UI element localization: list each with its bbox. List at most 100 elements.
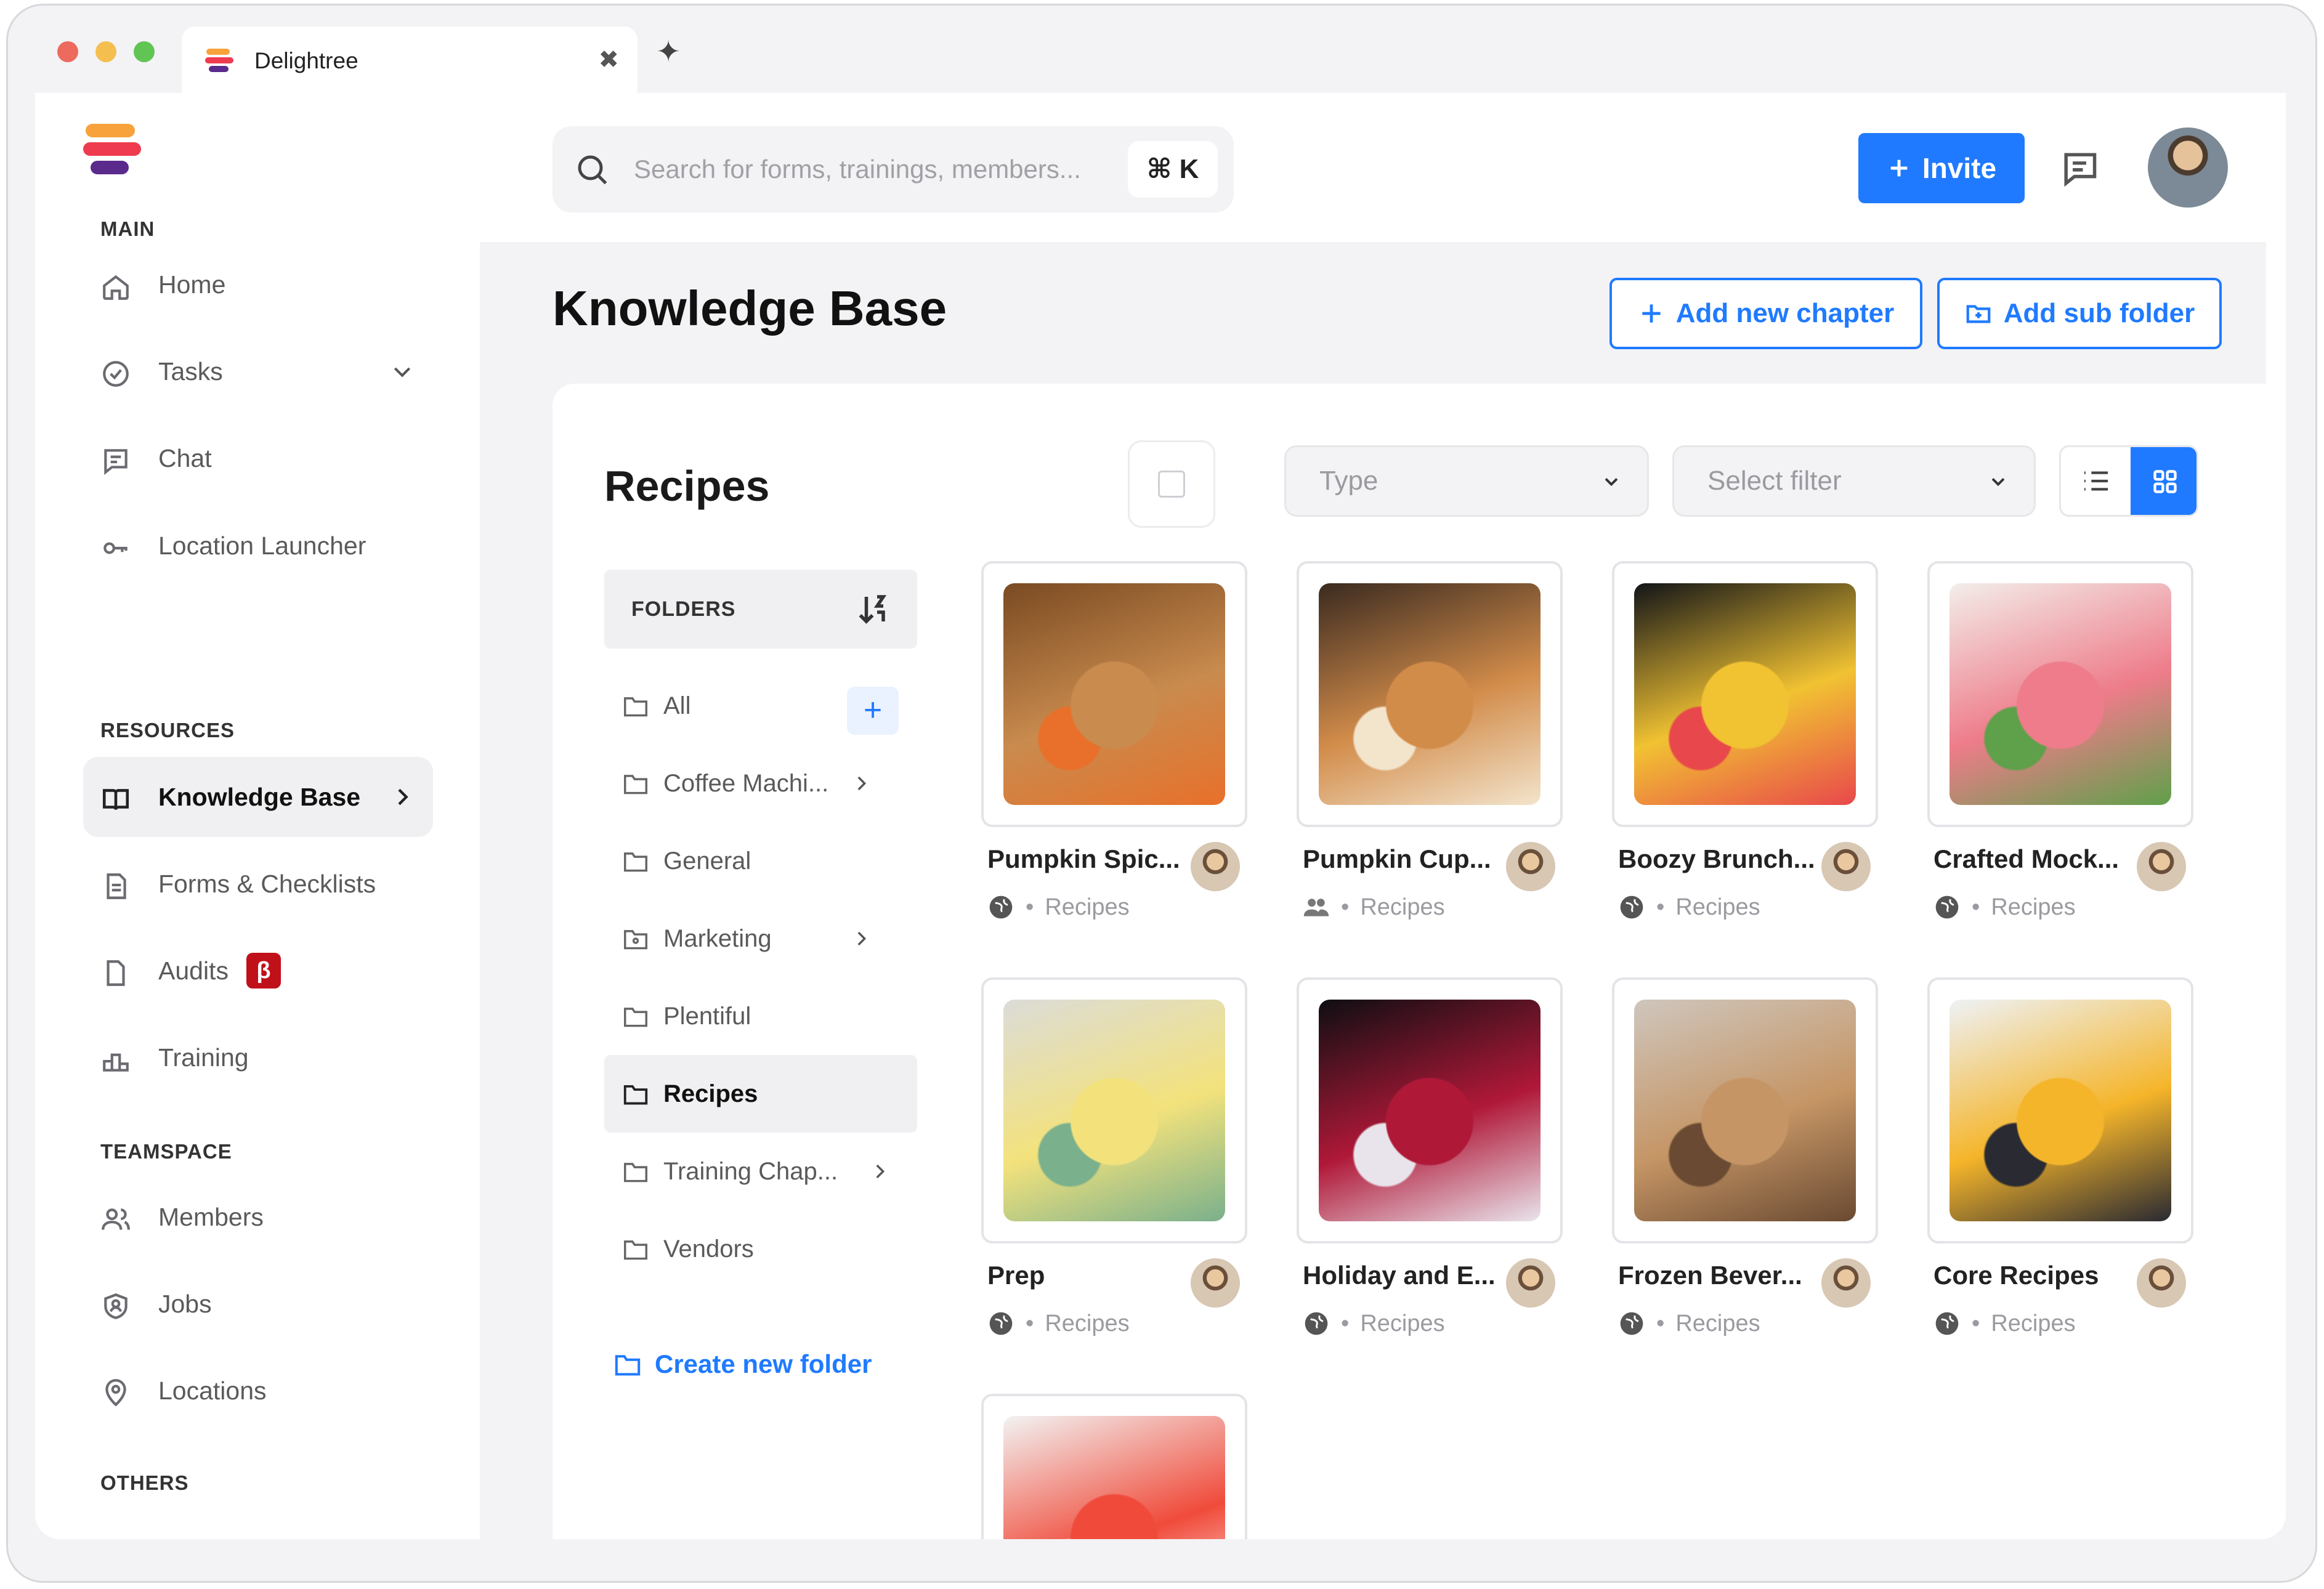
users-icon xyxy=(102,1208,130,1230)
card-thumbnail-frame xyxy=(981,1394,1247,1539)
search-icon xyxy=(578,155,607,185)
sidebar-item-audits[interactable]: Audits β xyxy=(83,931,433,1011)
globe-icon xyxy=(989,1312,1013,1335)
sidebar-item-tasks[interactable]: Tasks xyxy=(83,331,433,411)
sidebar-item-chat[interactable]: Chat xyxy=(83,418,433,498)
card-author-avatar xyxy=(1506,842,1555,891)
meta-separator: • xyxy=(1656,1310,1665,1336)
sidebar-item-label: Chat xyxy=(158,444,212,472)
card-author-avatar xyxy=(1821,1258,1871,1308)
meta-separator: • xyxy=(1341,894,1350,920)
meta-separator: • xyxy=(1026,1310,1034,1336)
chevron-down-icon xyxy=(1605,478,1618,487)
folder-item-coffee-machine[interactable]: Coffee Machi... xyxy=(604,745,917,822)
type-select[interactable]: Type xyxy=(1284,445,1649,517)
sidebar-item-members[interactable]: Members xyxy=(83,1177,433,1257)
section-others-label: OTHERS xyxy=(100,1471,189,1494)
card-category: Recipes xyxy=(1045,1310,1130,1336)
card-thumbnail-frame xyxy=(1612,977,1878,1243)
recipes-panel: Recipes Type Select filter FOLDERS All +… xyxy=(553,384,2277,1539)
brand-logo-icon[interactable] xyxy=(79,120,147,182)
folder-icon xyxy=(624,697,647,717)
meta-separator: • xyxy=(1656,894,1665,920)
card-title: Pumpkin Cup... xyxy=(1303,844,1491,873)
tab-close-icon[interactable]: ✖ xyxy=(598,45,619,75)
invite-button[interactable]: Invite xyxy=(1858,133,2025,203)
sidebar-item-locations[interactable]: Locations xyxy=(83,1351,433,1431)
chevron-right-icon[interactable] xyxy=(869,1161,890,1182)
folder-icon xyxy=(624,1240,647,1260)
folder-item-marketing[interactable]: Marketing xyxy=(604,900,917,977)
folder-item-all[interactable]: All + xyxy=(604,667,917,745)
folder-item-general[interactable]: General xyxy=(604,822,917,900)
sidebar-item-home[interactable]: Home xyxy=(83,245,433,325)
add-sub-folder-button[interactable]: Add sub folder xyxy=(1937,278,2222,349)
sidebar-item-knowledge-base[interactable]: Knowledge Base xyxy=(83,757,433,837)
map-pin-icon xyxy=(105,1379,126,1407)
card-meta: • Recipes xyxy=(987,1310,1130,1337)
list-view-button[interactable] xyxy=(2061,447,2131,515)
create-new-folder-label: Create new folder xyxy=(655,1349,872,1378)
chevron-right-icon[interactable] xyxy=(851,928,872,949)
card-title: Boozy Brunch... xyxy=(1618,844,1815,873)
card-meta: • Recipes xyxy=(1933,1310,2076,1337)
card-category: Recipes xyxy=(1991,894,2076,920)
card-category: Recipes xyxy=(1675,894,1760,920)
search-input[interactable]: Search for forms, trainings, members... xyxy=(634,126,1081,212)
meta-separator: • xyxy=(1972,894,1980,920)
card-author-avatar xyxy=(2137,842,2186,891)
user-avatar[interactable] xyxy=(2148,127,2228,208)
chevron-right-icon[interactable] xyxy=(851,773,872,794)
folder-item-training-chapters[interactable]: Training Chap... xyxy=(604,1133,917,1210)
meta-separator: • xyxy=(1972,1310,1980,1336)
select-all-checkbox[interactable] xyxy=(1128,440,1215,528)
grid-icon xyxy=(2153,470,2177,493)
chat-icon xyxy=(104,449,128,475)
folder-item-plentiful[interactable]: Plentiful xyxy=(604,977,917,1055)
sort-icon[interactable] xyxy=(856,591,893,628)
recipe-card[interactable] xyxy=(981,1394,1247,1539)
new-tab-icon[interactable]: ✦ xyxy=(656,36,681,68)
add-sub-folder-label: Add sub folder xyxy=(2003,298,2195,328)
check-circle-icon xyxy=(103,361,129,387)
browser-tab[interactable]: Delightree ✖ xyxy=(182,26,638,93)
folder-icon xyxy=(615,1355,641,1376)
folder-image-icon xyxy=(624,930,647,950)
global-search[interactable]: Search for forms, trainings, members... … xyxy=(553,126,1234,212)
type-select-value: Type xyxy=(1319,466,1379,496)
card-meta: • Recipes xyxy=(987,894,1130,921)
add-folder-plus-button[interactable]: + xyxy=(847,687,899,735)
folder-item-vendors[interactable]: Vendors xyxy=(604,1210,917,1288)
folders-header: FOLDERS xyxy=(604,570,917,649)
card-image xyxy=(1634,1000,1856,1221)
invite-label: Invite xyxy=(1922,152,1997,184)
card-image xyxy=(1003,1416,1225,1539)
sidebar: MAIN Home Tasks Chat Location Launcher R… xyxy=(35,93,480,1539)
folder-item-recipes[interactable]: Recipes xyxy=(604,1055,917,1133)
page-title: Knowledge Base xyxy=(553,281,947,336)
sidebar-item-jobs[interactable]: Jobs xyxy=(83,1264,433,1344)
window-close-button[interactable] xyxy=(57,41,78,62)
messages-icon[interactable] xyxy=(2059,150,2100,187)
sidebar-item-location-launcher[interactable]: Location Launcher xyxy=(83,506,433,586)
globe-icon xyxy=(1935,1312,1959,1335)
sidebar-item-training[interactable]: Training xyxy=(83,1017,433,1098)
grid-view-button[interactable] xyxy=(2131,447,2196,515)
window-maximize-button[interactable] xyxy=(134,41,155,62)
folder-icon xyxy=(624,1008,647,1027)
plus-icon xyxy=(1642,304,1661,323)
panel-title: Recipes xyxy=(604,462,770,510)
app-area: MAIN Home Tasks Chat Location Launcher R… xyxy=(35,93,2286,1539)
sidebar-item-forms-checklists[interactable]: Forms & Checklists xyxy=(83,844,433,924)
section-teamspace-label: TEAMSPACE xyxy=(100,1140,232,1163)
folder-label: Coffee Machi... xyxy=(663,770,829,797)
view-toggle xyxy=(2059,445,2198,517)
card-category: Recipes xyxy=(1675,1310,1760,1336)
add-new-chapter-button[interactable]: Add new chapter xyxy=(1609,278,1922,349)
window-minimize-button[interactable] xyxy=(95,41,116,62)
filter-select[interactable]: Select filter xyxy=(1672,445,2036,517)
delightree-logo-icon xyxy=(205,49,233,72)
chevron-down-icon[interactable] xyxy=(390,359,415,384)
document-icon xyxy=(107,960,125,986)
create-new-folder-link[interactable]: Create new folder xyxy=(614,1349,872,1379)
